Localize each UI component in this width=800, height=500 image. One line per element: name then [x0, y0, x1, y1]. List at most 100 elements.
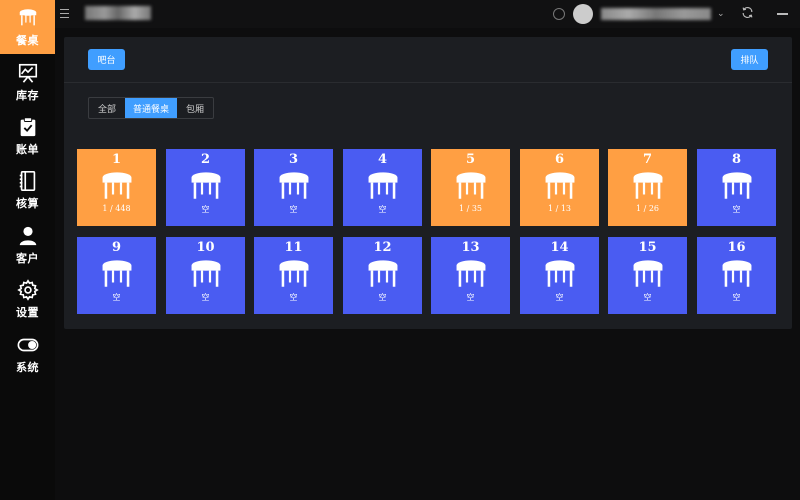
sidebar-item-label: 餐桌	[16, 33, 39, 47]
table-icon	[279, 260, 308, 287]
sidebar-item-label: 核算	[16, 196, 39, 210]
table-number: 10	[196, 240, 215, 255]
table-card[interactable]: 6 1 / 13	[520, 149, 599, 226]
table-icon	[545, 260, 574, 287]
table-icon	[545, 172, 574, 199]
topbar: •••••• •••••••••••• ⌄	[55, 0, 800, 28]
table-card[interactable]: 7 1 / 26	[608, 149, 687, 226]
table-icon	[279, 172, 308, 199]
table-type-tabs: 全部 普通餐桌 包厢	[88, 97, 214, 119]
sidebar-item-label: 系统	[16, 360, 39, 374]
table-status: 空	[289, 293, 298, 302]
table-card[interactable]: 2空	[166, 149, 245, 226]
sidebar-item-tables[interactable]: 餐桌	[0, 0, 55, 54]
user-icon	[19, 226, 36, 245]
table-number: 6	[554, 152, 565, 167]
table-number: 13	[461, 240, 480, 255]
tab-normal-tables[interactable]: 普通餐桌	[125, 98, 177, 118]
table-card[interactable]: 13 空	[431, 237, 510, 314]
table-number: 12	[373, 240, 392, 255]
table-card[interactable]: 9空	[77, 237, 156, 314]
user-name: ••••••••••••	[601, 8, 711, 20]
avatar	[573, 4, 593, 24]
table-number: 2	[200, 152, 211, 167]
table-number: 16	[727, 240, 746, 255]
table-number: 3	[288, 152, 299, 167]
sidebar-item-label: 库存	[16, 88, 39, 102]
queue-button[interactable]: 排队	[731, 49, 768, 70]
sidebar-item-label: 客户	[16, 251, 39, 265]
table-number: 8	[731, 152, 742, 167]
table-grid: 11 / 448 2 空 3 空 4 空 5 1 / 35 6 1 / 13 7 1 / 26 8 空 9 空 1…	[77, 149, 777, 315]
table-icon	[191, 172, 220, 199]
table-number: 15	[638, 240, 657, 255]
table-status: 1 / 35	[458, 204, 483, 213]
ledger-icon	[19, 170, 35, 191]
table-icon	[102, 172, 131, 199]
table-card[interactable]: 15 空	[608, 237, 687, 314]
table-icon	[456, 172, 485, 199]
table-icon	[456, 260, 485, 287]
table-icon	[102, 260, 131, 287]
table-icon	[633, 260, 662, 287]
table-icon	[368, 260, 397, 287]
sidebar-item-customers[interactable]: 客户	[0, 218, 55, 272]
table-status: 空	[732, 293, 741, 302]
sidebar-item-accounting[interactable]: 核算	[0, 163, 55, 217]
store-name: ••••••	[85, 6, 151, 20]
table-status: 空	[732, 205, 741, 214]
app-root: 餐桌 库存 账单 核算 客户 设置 系统 ⌄ 吧台 排队 全部 普通餐桌 包厢 …	[0, 0, 800, 500]
table-status: 空	[378, 205, 387, 214]
table-card[interactable]: 14 空	[520, 237, 599, 314]
toggle-icon	[17, 338, 38, 351]
user-menu[interactable]: •••••••••••• ⌄	[553, 3, 733, 25]
table-icon	[633, 172, 662, 199]
user-status-icon	[553, 8, 565, 20]
tab-private-rooms[interactable]: 包厢	[177, 98, 213, 118]
table-number: 9	[111, 240, 122, 255]
table-icon	[191, 260, 220, 287]
table-card[interactable]: 10 空	[166, 237, 245, 314]
table-card[interactable]: 12 空	[343, 237, 422, 314]
refresh-icon[interactable]	[741, 6, 754, 19]
table-icon	[368, 172, 397, 199]
table-number: 5	[465, 152, 476, 167]
sidebar-item-settings[interactable]: 设置	[0, 272, 55, 326]
table-card[interactable]: 4空	[343, 149, 422, 226]
sidebar-item-bills[interactable]: 账单	[0, 109, 55, 163]
sidebar-item-label: 设置	[16, 305, 39, 319]
sidebar: 餐桌 库存 账单 核算 客户 设置 系统	[0, 0, 55, 500]
table-card[interactable]: 5 1 / 35	[431, 149, 510, 226]
table-status: 空	[201, 293, 210, 302]
table-status: 空	[289, 205, 298, 214]
tab-all[interactable]: 全部	[89, 98, 125, 118]
table-icon	[722, 172, 751, 199]
sidebar-item-label: 账单	[16, 142, 39, 156]
table-number: 1	[111, 152, 122, 167]
table-number: 11	[284, 240, 303, 255]
table-number: 14	[550, 240, 569, 255]
table-status: 空	[466, 293, 475, 302]
table-status: 1 / 448	[102, 204, 131, 213]
table-status: 空	[112, 293, 121, 302]
table-card[interactable]: 3空	[254, 149, 333, 226]
table-status: 空	[378, 293, 387, 302]
table-card[interactable]: 16 空	[697, 237, 776, 314]
panel-header: 吧台 排队	[64, 37, 792, 83]
bar-button[interactable]: 吧台	[88, 49, 125, 70]
table-card[interactable]: 11 空	[254, 237, 333, 314]
table-status: 空	[201, 205, 210, 214]
clipboard-check-icon	[20, 116, 35, 136]
table-status: 空	[643, 293, 652, 302]
gear-icon	[16, 278, 39, 301]
table-card[interactable]: 1 1 / 448	[77, 149, 156, 226]
hamburger-icon[interactable]	[60, 6, 72, 20]
table-number: 4	[377, 152, 388, 167]
table-card[interactable]: 8空	[697, 149, 776, 226]
table-icon	[722, 260, 751, 287]
minimize-icon[interactable]	[777, 13, 788, 15]
table-number: 7	[642, 152, 653, 167]
table-icon	[19, 8, 36, 25]
sidebar-item-inventory[interactable]: 库存	[0, 55, 55, 109]
sidebar-item-system[interactable]: 系统	[0, 327, 55, 381]
